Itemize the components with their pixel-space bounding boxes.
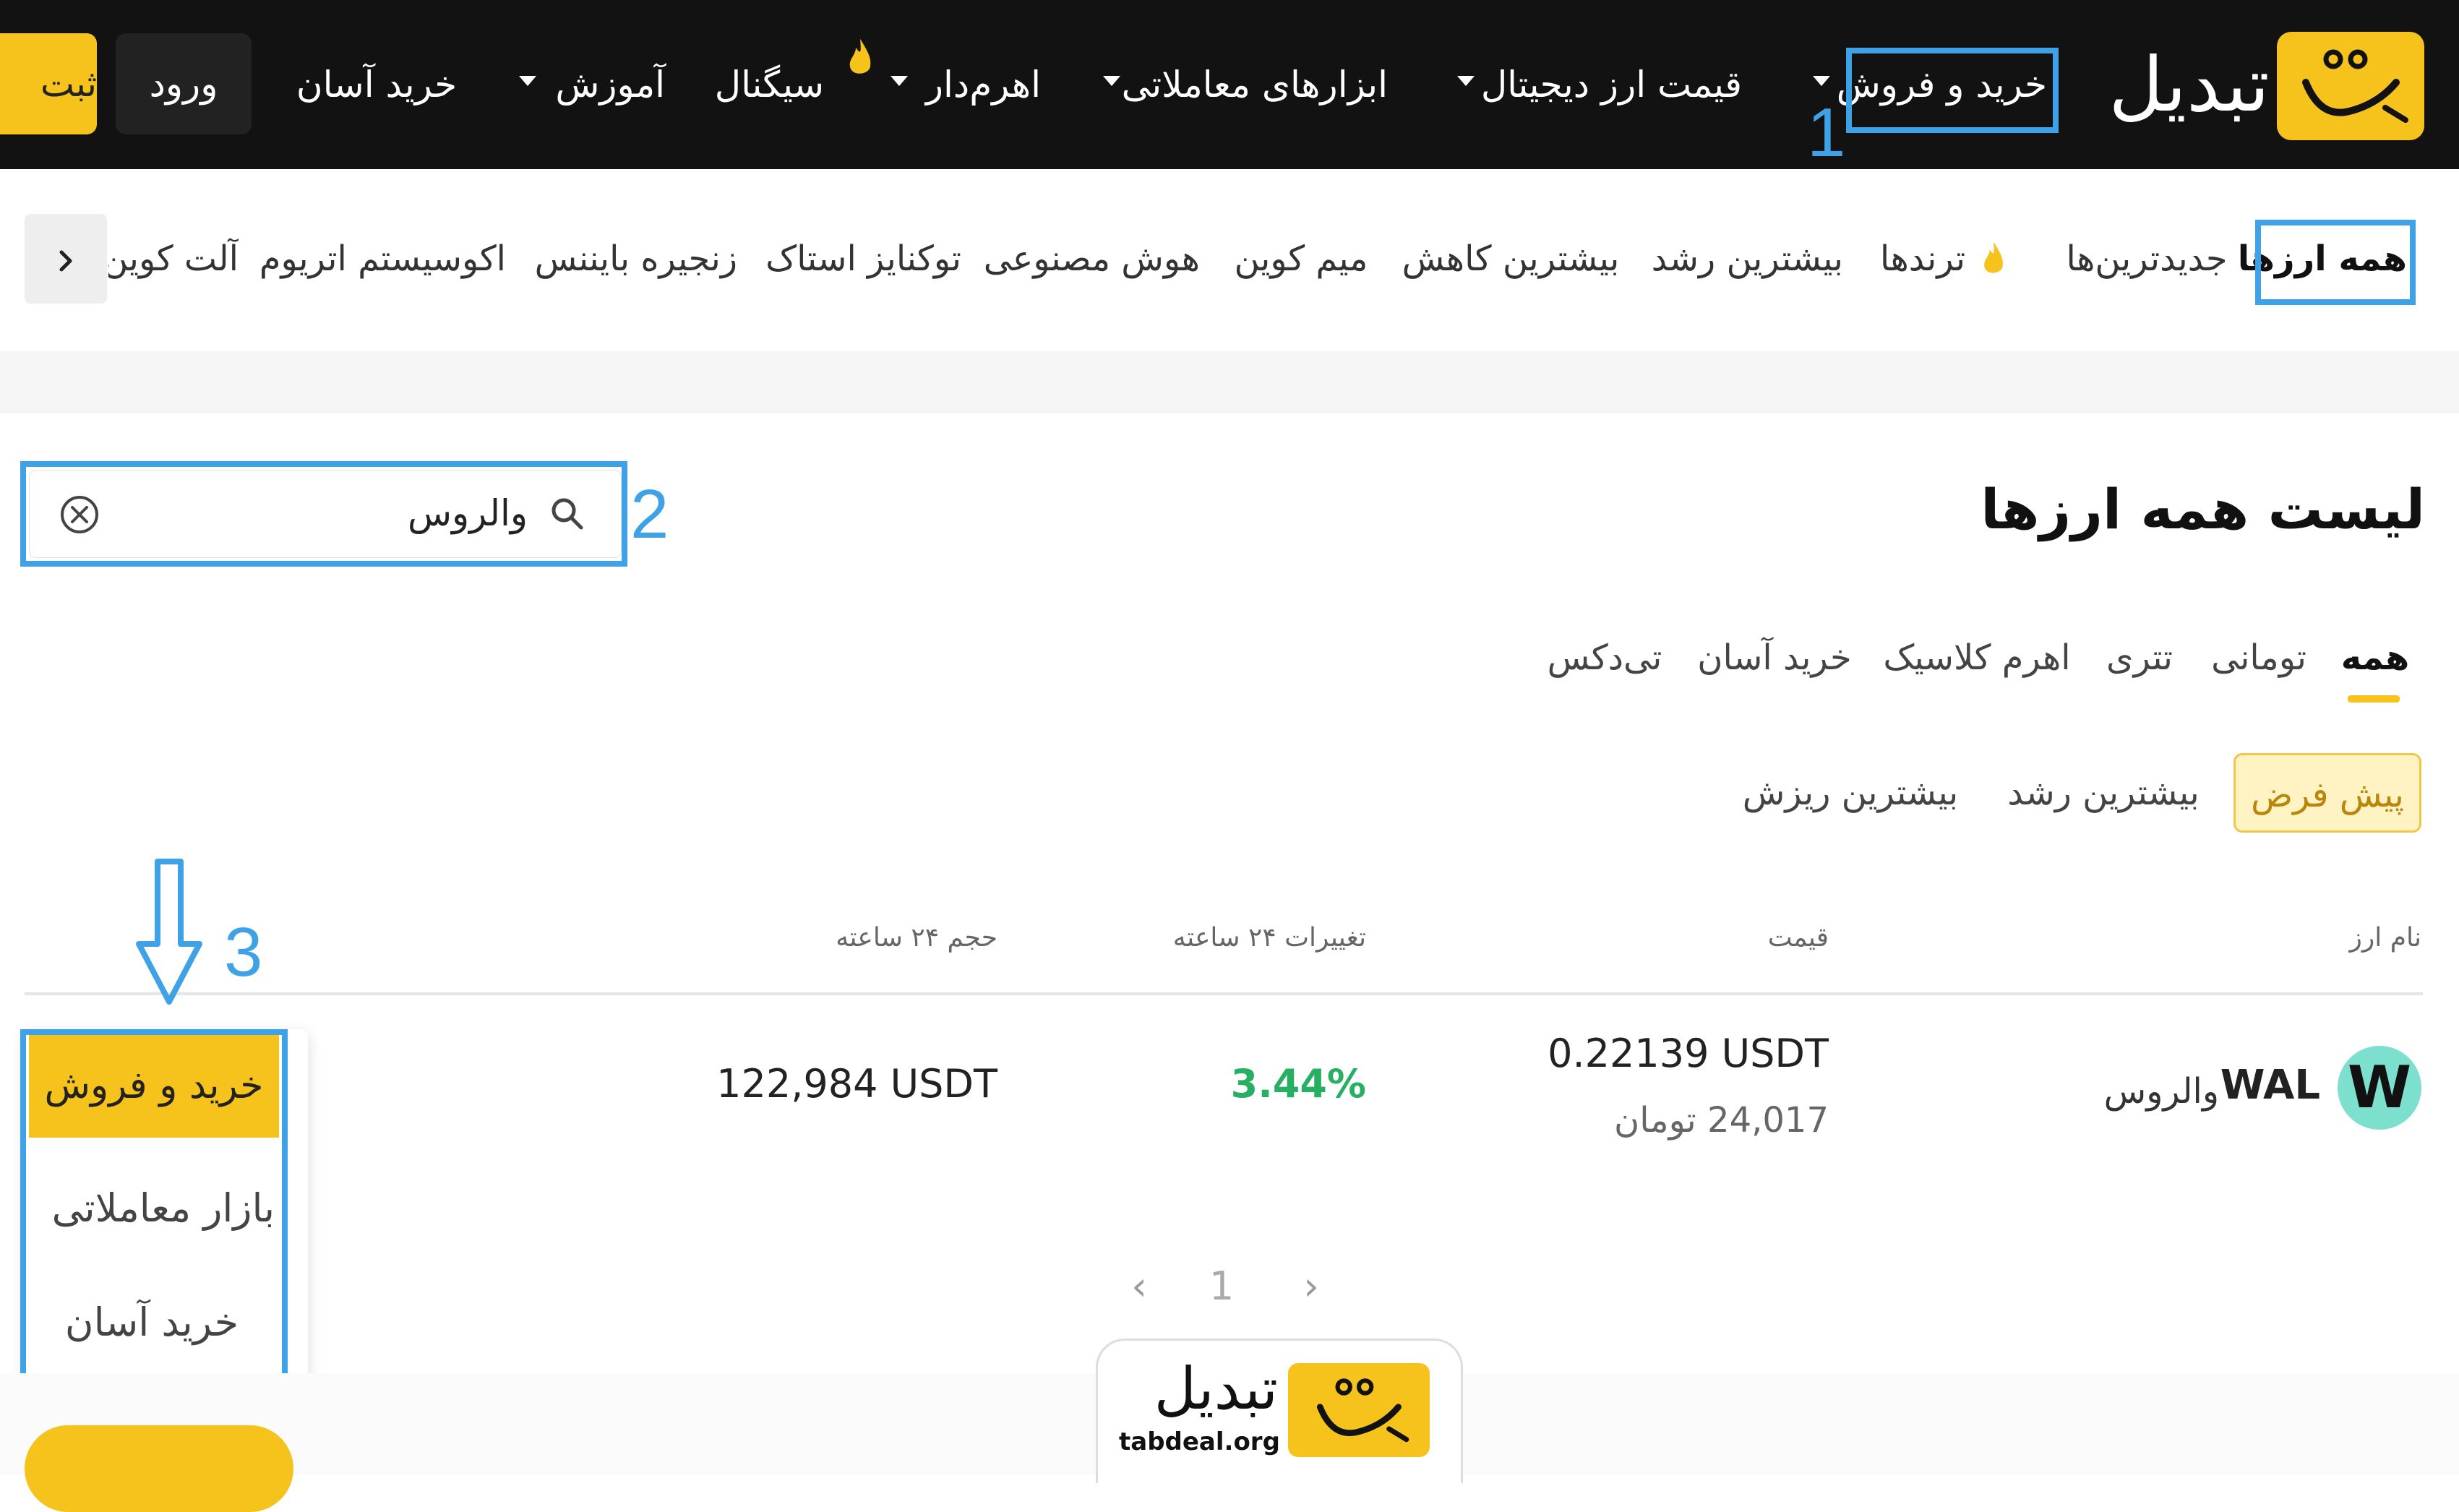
category-newest[interactable]: جدیدترین‌ها xyxy=(2060,230,2233,288)
category-top-gainers[interactable]: بیشترین رشد xyxy=(1652,230,1843,288)
change-24h: 3.44% xyxy=(1230,1061,1366,1107)
chevron-right-icon[interactable] xyxy=(25,214,107,304)
annotation-number-2: 2 xyxy=(630,476,669,553)
annotation-box-1 xyxy=(1846,48,2059,133)
nav-signal[interactable]: سیگنال xyxy=(715,52,824,117)
coin-symbol: WAL xyxy=(2220,1062,2320,1109)
chevron-down-icon[interactable] xyxy=(1103,76,1120,86)
down-arrow-icon xyxy=(133,857,205,1009)
annotation-number-1: 1 xyxy=(1807,94,1846,171)
volume-24h: 122,984 USDT xyxy=(716,1061,997,1107)
category-tokenized-stock[interactable]: توکنایز استاک xyxy=(765,230,961,288)
category-meme-coin[interactable]: میم کوین xyxy=(1229,230,1373,288)
price-usdt: 0.22139 USDT xyxy=(1548,1031,1829,1076)
annotation-box-3 xyxy=(20,1029,288,1392)
watermark-domain: tabdeal.org xyxy=(1119,1427,1280,1456)
page-title: لیست همه ارزها xyxy=(1980,477,2425,541)
nav-easy-buy[interactable]: خرید آسان xyxy=(295,52,458,117)
category-binance-chain[interactable]: زنجیره بایننس xyxy=(535,230,737,288)
support-chat-button[interactable] xyxy=(25,1425,293,1512)
chevron-down-icon[interactable] xyxy=(1457,76,1475,86)
column-header-change: تغییرات ۲۴ ساعته xyxy=(1172,923,1366,953)
column-header-volume: حجم ۲۴ ساعته xyxy=(836,923,997,953)
brand-name[interactable]: تبدیل xyxy=(2103,30,2270,139)
table-divider xyxy=(25,992,2423,995)
top-navbar: تبدیل خرید و فروش قیمت ارز دیجیتال ابزار… xyxy=(0,0,2459,169)
column-header-name: نام ارز xyxy=(2349,923,2422,953)
coin-name: والروس xyxy=(2103,1071,2219,1112)
category-trends[interactable]: ترندها xyxy=(1872,230,1973,288)
coin-logo-icon: W xyxy=(2338,1046,2421,1130)
category-top-losers[interactable]: بیشترین کاهش xyxy=(1395,230,1626,288)
annotation-number-3: 3 xyxy=(224,914,263,991)
chevron-down-icon[interactable] xyxy=(891,76,908,86)
section-divider xyxy=(0,351,2459,413)
pagination-page-number[interactable]: 1 xyxy=(1200,1258,1243,1315)
category-ethereum-ecosystem[interactable]: اکوسیستم اتریوم xyxy=(259,230,506,288)
tab-all[interactable]: همه xyxy=(2339,629,2411,687)
sort-top-losers-chip[interactable]: بیشترین ریزش xyxy=(1735,753,1966,833)
annotation-box-category xyxy=(2255,220,2416,305)
nav-leverage[interactable]: اهرم‌دار xyxy=(926,52,1041,117)
tabdeal-logo-icon[interactable] xyxy=(2277,32,2424,140)
login-button[interactable]: ورود xyxy=(116,33,252,134)
watermark-brand-name: تبدیل xyxy=(1154,1355,1278,1422)
sort-default-chip[interactable]: پیش فرض xyxy=(2233,753,2421,833)
nav-crypto-price[interactable]: قیمت ارز دیجیتال xyxy=(1481,52,1742,117)
chevron-down-icon[interactable] xyxy=(519,76,536,86)
tab-toman[interactable]: تومانی xyxy=(2205,629,2313,687)
category-altcoin[interactable]: آلت کوین xyxy=(108,230,239,288)
chevron-down-icon[interactable] xyxy=(1813,76,1830,86)
category-ai[interactable]: هوش مصنوعی xyxy=(984,230,1200,288)
tab-tdex[interactable]: تی‌دکس xyxy=(1540,629,1670,687)
annotation-box-2 xyxy=(20,461,627,567)
pagination-next-button[interactable]: › xyxy=(1289,1258,1333,1315)
nav-education[interactable]: آموزش xyxy=(555,52,665,117)
tab-active-indicator xyxy=(2348,695,2400,703)
tab-tether[interactable]: تتری xyxy=(2096,629,2183,687)
register-button[interactable]: ثبت xyxy=(0,33,97,134)
watermark-logo-icon xyxy=(1288,1363,1430,1457)
tab-easy-buy[interactable]: خرید آسان xyxy=(1691,629,1858,687)
price-toman: 24,017 تومان xyxy=(1614,1100,1829,1141)
pagination-prev-button[interactable]: ‹ xyxy=(1117,1258,1161,1315)
sort-top-gainers-chip[interactable]: بیشترین رشد xyxy=(2002,753,2205,833)
column-header-price: قیمت xyxy=(1767,923,1829,953)
fire-icon xyxy=(1980,239,2007,279)
tab-classic-leverage[interactable]: اهرم کلاسیک xyxy=(1879,629,2074,687)
fire-icon xyxy=(846,36,875,80)
nav-trading-tools[interactable]: ابزارهای معاملاتی xyxy=(1122,52,1388,117)
